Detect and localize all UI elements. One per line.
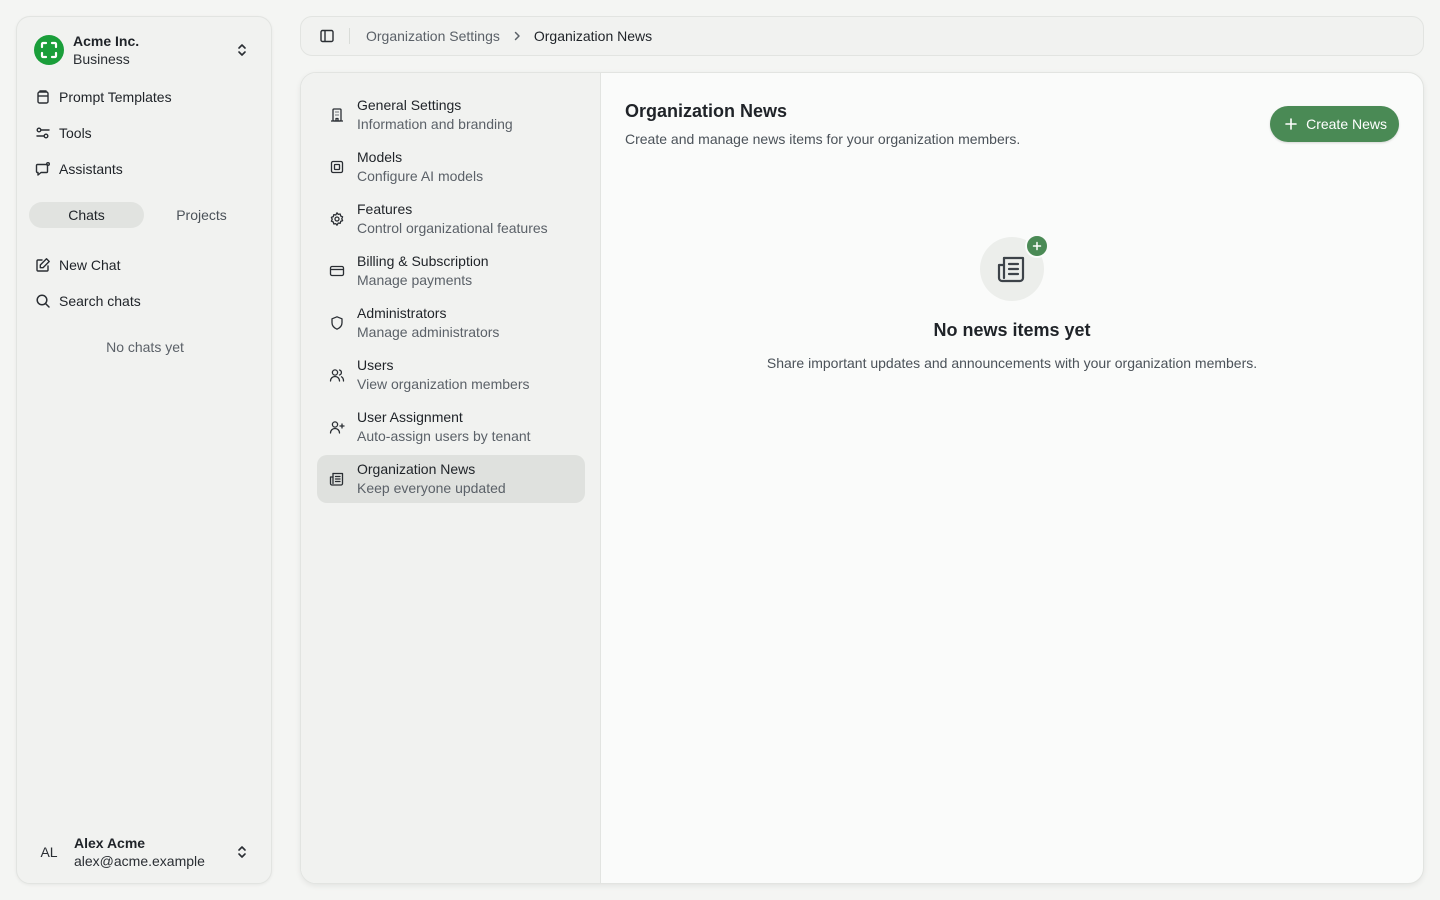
search-icon: [35, 293, 51, 309]
chevrons-up-down-icon: [235, 844, 249, 860]
news-content: Organization News Create and manage news…: [601, 73, 1423, 883]
building-icon: [329, 107, 345, 123]
settings-item-title: Organization News: [357, 461, 476, 477]
nav-assistants[interactable]: Assistants: [27, 153, 263, 185]
user-email: alex@acme.example: [74, 853, 205, 869]
assistants-icon: [35, 161, 51, 177]
settings-item-title: Administrators: [357, 305, 447, 321]
divider: [349, 28, 350, 44]
settings-item-subtitle: Control organizational features: [357, 220, 548, 236]
breadcrumb-bar: Organization Settings Organization News: [300, 16, 1424, 56]
plus-icon: [1284, 117, 1298, 131]
user-switcher[interactable]: AL Alex Acme alex@acme.example: [25, 829, 263, 875]
plus-icon: [1025, 234, 1049, 258]
settings-nav: General Settings Information and brandin…: [301, 73, 601, 883]
org-switcher[interactable]: Acme Inc. Business: [25, 27, 263, 73]
create-news-button[interactable]: Create News: [1270, 106, 1399, 142]
breadcrumb: Organization Settings Organization News: [366, 28, 652, 44]
settings-item-subtitle: View organization members: [357, 376, 530, 392]
create-news-label: Create News: [1306, 116, 1387, 132]
settings-item-title: User Assignment: [357, 409, 463, 425]
gear-icon: [329, 211, 345, 227]
avatar: AL: [40, 844, 58, 860]
chevron-right-icon: [512, 30, 522, 42]
settings-item-models[interactable]: Models Configure AI models: [317, 143, 585, 191]
settings-item-subtitle: Configure AI models: [357, 168, 484, 184]
empty-state-title: No news items yet: [933, 320, 1091, 340]
search-chats-label: Search chats: [59, 293, 141, 309]
new-chat-button[interactable]: New Chat: [27, 249, 263, 281]
page-description: Create and manage news items for your or…: [625, 131, 1021, 147]
settings-item-users[interactable]: Users View organization members: [317, 351, 585, 399]
newspaper-icon: [329, 471, 345, 487]
nav-tools-label: Tools: [59, 125, 92, 141]
no-chats-text: No chats yet: [106, 339, 184, 355]
empty-state-description: Share important updates and announcement…: [766, 355, 1258, 371]
nav-assistants-label: Assistants: [59, 161, 123, 177]
page-title: Organization News: [625, 101, 788, 121]
settings-item-title: General Settings: [357, 97, 462, 113]
breadcrumb-current: Organization News: [533, 28, 653, 44]
settings-item-title: Features: [357, 201, 413, 217]
settings-item-title: Users: [357, 357, 394, 373]
tab-projects[interactable]: Projects: [144, 202, 259, 228]
settings-item-subtitle: Keep everyone updated: [357, 480, 506, 496]
sidebar: Acme Inc. Business Prompt Templates Tool…: [16, 16, 272, 884]
settings-item-administrators[interactable]: Administrators Manage administrators: [317, 299, 585, 347]
settings-item-subtitle: Manage administrators: [357, 324, 500, 340]
tools-icon: [35, 125, 51, 141]
settings-item-billing[interactable]: Billing & Subscription Manage payments: [317, 247, 585, 295]
main-panel: General Settings Information and brandin…: [300, 72, 1424, 884]
sidebar-toggle-icon[interactable]: [319, 28, 335, 44]
chip-icon: [329, 159, 345, 175]
nav-tools[interactable]: Tools: [27, 117, 263, 149]
chats-projects-toggle: Chats Projects: [29, 202, 259, 230]
org-plan: Business: [73, 51, 130, 67]
user-name: Alex Acme: [74, 835, 146, 851]
tab-chats[interactable]: Chats: [29, 202, 144, 228]
settings-item-general[interactable]: General Settings Information and brandin…: [317, 91, 585, 139]
chevrons-up-down-icon: [235, 42, 249, 58]
settings-item-organization-news[interactable]: Organization News Keep everyone updated: [317, 455, 585, 503]
credit-card-icon: [329, 263, 345, 279]
settings-item-subtitle: Auto-assign users by tenant: [357, 428, 531, 444]
prompt-templates-icon: [35, 89, 51, 105]
settings-item-subtitle: Information and branding: [357, 116, 513, 132]
nav-prompt-templates[interactable]: Prompt Templates: [27, 81, 263, 113]
breadcrumb-parent[interactable]: Organization Settings: [366, 28, 500, 44]
new-chat-label: New Chat: [59, 257, 121, 273]
org-name: Acme Inc.: [73, 33, 140, 49]
settings-item-title: Models: [357, 149, 403, 165]
settings-item-title: Billing & Subscription: [357, 253, 489, 269]
settings-item-features[interactable]: Features Control organizational features: [317, 195, 585, 243]
settings-item-user-assignment[interactable]: User Assignment Auto-assign users by ten…: [317, 403, 585, 451]
settings-item-subtitle: Manage payments: [357, 272, 473, 288]
org-logo-icon: [34, 35, 64, 65]
new-chat-icon: [35, 257, 51, 273]
shield-icon: [329, 315, 345, 331]
user-plus-icon: [329, 419, 345, 435]
nav-prompt-templates-label: Prompt Templates: [59, 89, 172, 105]
users-icon: [329, 367, 345, 383]
search-chats-button[interactable]: Search chats: [27, 285, 263, 317]
